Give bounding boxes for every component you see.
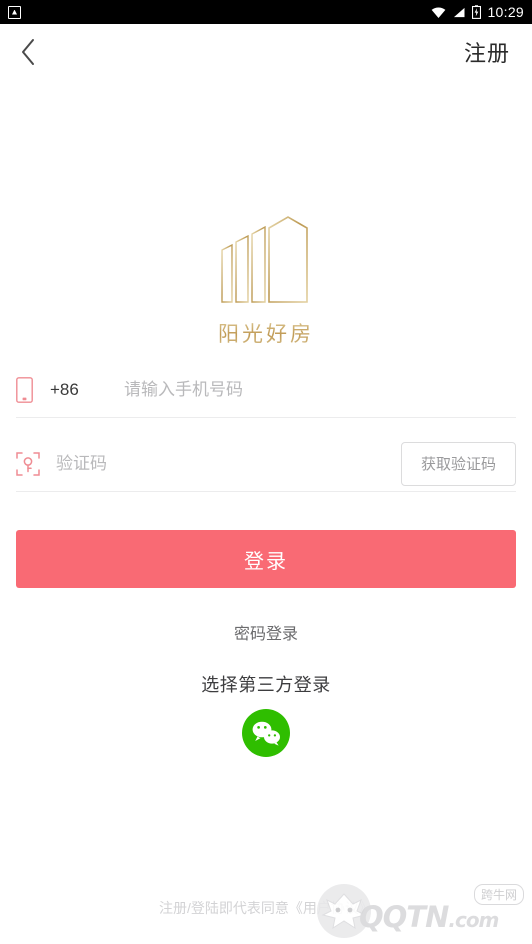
password-login-link[interactable]: 密码登录 bbox=[0, 620, 532, 644]
status-bar-right: 10:29 bbox=[431, 4, 524, 20]
third-party-login-label: 选择第三方登录 bbox=[201, 675, 331, 695]
navigation-bar: 注册 bbox=[0, 24, 532, 80]
login-button[interactable]: 登录 bbox=[16, 530, 516, 588]
status-bar: 10:29 bbox=[0, 0, 532, 24]
wifi-icon bbox=[432, 7, 446, 18]
app-notification-icon bbox=[8, 5, 21, 19]
brand-name: 阳光好房 bbox=[218, 318, 314, 348]
phone-input-row: +86 bbox=[16, 362, 516, 418]
sunshine-house-building-logo bbox=[221, 216, 308, 303]
wechat-login-button[interactable] bbox=[242, 709, 290, 757]
chevron-left-icon bbox=[21, 39, 34, 65]
login-register-screen: 10:29 注册 阳光好房 +86 请输入手机号码 验证码 获取验证码 登录 密… bbox=[0, 0, 532, 944]
back-button[interactable] bbox=[0, 24, 56, 80]
user-agreement-text[interactable]: 注册/登陆即代表同意《用户协议》 bbox=[0, 898, 532, 918]
signal-icon bbox=[454, 7, 465, 17]
phone-number-input[interactable] bbox=[124, 379, 516, 400]
wechat-icon bbox=[252, 721, 280, 746]
scan-code-icon bbox=[16, 451, 46, 476]
mobile-phone-icon bbox=[16, 376, 46, 403]
country-code-label[interactable]: +86 bbox=[50, 380, 124, 400]
page-title: 注册 bbox=[463, 41, 510, 66]
verification-code-row: 获取验证码 bbox=[16, 436, 516, 492]
brand-logo: 阳光好房 bbox=[0, 216, 532, 348]
battery-charging-icon bbox=[472, 5, 482, 19]
verification-code-input[interactable] bbox=[56, 453, 401, 474]
get-verification-code-button[interactable]: 获取验证码 bbox=[401, 441, 516, 486]
status-bar-clock: 10:29 bbox=[487, 4, 524, 20]
status-bar-left bbox=[8, 5, 21, 19]
